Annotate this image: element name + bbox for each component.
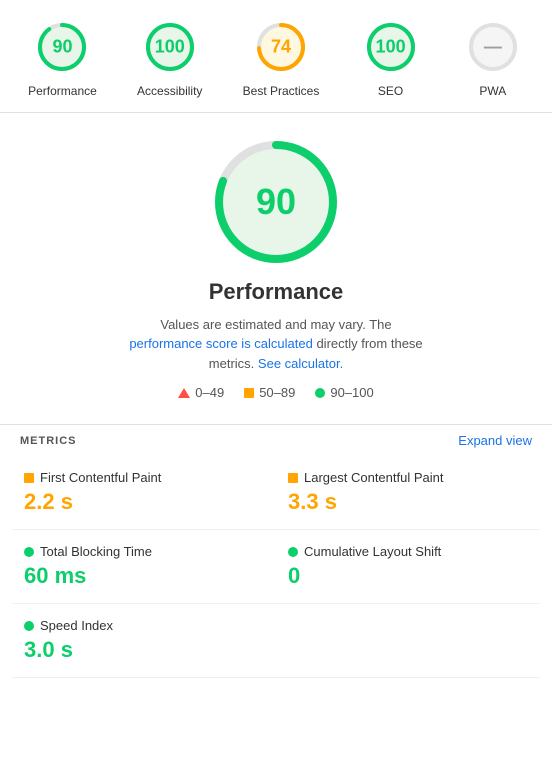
score-value: 100 — [376, 37, 406, 58]
big-performance-ring: 90 — [211, 137, 341, 267]
metric-value: 3.3 s — [288, 489, 528, 515]
performance-description: Values are estimated and may vary. The p… — [126, 315, 426, 374]
metrics-label: METRICS — [20, 435, 77, 447]
score-item-seo[interactable]: 100 SEO — [360, 16, 422, 100]
metric-status-icon — [24, 473, 34, 483]
big-score-value: 90 — [256, 181, 296, 223]
legend-fail: 0–49 — [178, 385, 224, 400]
metric-value: 3.0 s — [24, 637, 264, 663]
legend-pass: 90–100 — [315, 385, 373, 400]
score-label: PWA — [479, 84, 506, 100]
score-bar: 90 Performance 100 Accessibility — [0, 0, 552, 113]
score-item-best-practices[interactable]: 74 Best Practices — [243, 16, 320, 100]
metric-value: 2.2 s — [24, 489, 264, 515]
desc-text: Values are estimated and may vary. The — [160, 317, 391, 332]
fail-range: 0–49 — [195, 385, 224, 400]
metric-status-icon — [24, 547, 34, 557]
metric-card: Cumulative Layout Shift 0 — [276, 530, 540, 604]
score-value: 90 — [52, 37, 72, 58]
score-value: 74 — [271, 37, 291, 58]
performance-title: Performance — [209, 279, 344, 305]
legend-average: 50–89 — [244, 385, 295, 400]
metric-card — [276, 604, 540, 678]
perf-score-link[interactable]: performance score is calculated — [129, 336, 313, 351]
score-legend: 0–49 50–89 90–100 — [178, 385, 373, 400]
score-value: — — [484, 37, 502, 58]
main-performance-section: 90 Performance Values are estimated and … — [0, 113, 552, 417]
ring-accessibility: 100 — [139, 16, 201, 78]
metric-card: Largest Contentful Paint 3.3 s — [276, 456, 540, 530]
expand-view-link[interactable]: Expand view — [458, 433, 532, 448]
ring-best-practices: 74 — [250, 16, 312, 78]
ring-performance: 90 — [31, 16, 93, 78]
calculator-link[interactable]: See calculator. — [258, 356, 343, 371]
metric-name: Largest Contentful Paint — [288, 470, 528, 485]
score-label: SEO — [378, 84, 403, 100]
score-label: Best Practices — [243, 84, 320, 100]
pass-range: 90–100 — [330, 385, 373, 400]
score-item-pwa[interactable]: — PWA — [462, 16, 524, 100]
score-item-performance[interactable]: 90 Performance — [28, 16, 97, 100]
score-item-accessibility[interactable]: 100 Accessibility — [137, 16, 202, 100]
ring-pwa: — — [462, 16, 524, 78]
fail-icon — [178, 388, 190, 398]
metrics-header: METRICS Expand view — [0, 424, 552, 456]
score-label: Performance — [28, 84, 97, 100]
average-icon — [244, 388, 254, 398]
pass-icon — [315, 388, 325, 398]
average-range: 50–89 — [259, 385, 295, 400]
score-value: 100 — [155, 37, 185, 58]
metric-card: Total Blocking Time 60 ms — [12, 530, 276, 604]
metric-name: Total Blocking Time — [24, 544, 264, 559]
metrics-grid: First Contentful Paint 2.2 s Largest Con… — [0, 456, 552, 678]
metric-status-icon — [288, 547, 298, 557]
metric-card: First Contentful Paint 2.2 s — [12, 456, 276, 530]
metric-status-icon — [24, 621, 34, 631]
metric-value: 0 — [288, 563, 528, 589]
score-label: Accessibility — [137, 84, 202, 100]
metric-name: Speed Index — [24, 618, 264, 633]
metric-card: Speed Index 3.0 s — [12, 604, 276, 678]
metric-value: 60 ms — [24, 563, 264, 589]
metric-name: Cumulative Layout Shift — [288, 544, 528, 559]
ring-seo: 100 — [360, 16, 422, 78]
metric-name: First Contentful Paint — [24, 470, 264, 485]
metric-status-icon — [288, 473, 298, 483]
